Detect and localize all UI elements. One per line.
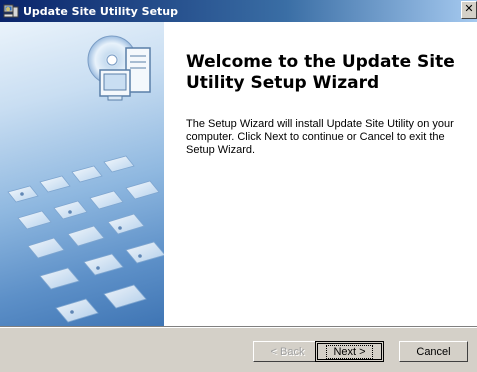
next-button-label: Next >	[326, 344, 373, 359]
computer-cd-keyboard-banner	[7, 35, 164, 323]
setup-window: Update Site Utility Setup ✕ Welcome to t…	[0, 0, 477, 372]
title-bar[interactable]: Update Site Utility Setup ✕	[0, 0, 477, 22]
window-title: Update Site Utility Setup	[23, 4, 178, 18]
wizard-banner-image	[0, 22, 164, 326]
setup-computer-icon	[3, 3, 19, 19]
cancel-button[interactable]: Cancel	[399, 341, 468, 362]
cancel-button-label: Cancel	[416, 345, 451, 358]
button-separator	[0, 326, 477, 328]
close-icon: ✕	[464, 2, 474, 15]
wizard-description: The Setup Wizard will install Update Sit…	[186, 118, 454, 156]
close-button[interactable]: ✕	[461, 1, 477, 19]
back-button[interactable]: < Back	[253, 341, 322, 362]
wizard-content: Welcome to the Update Site Utility Setup…	[0, 22, 477, 326]
wizard-heading: Welcome to the Update Site Utility Setup…	[186, 52, 455, 93]
next-button[interactable]: Next >	[315, 341, 384, 362]
back-button-label: < Back	[270, 345, 305, 358]
